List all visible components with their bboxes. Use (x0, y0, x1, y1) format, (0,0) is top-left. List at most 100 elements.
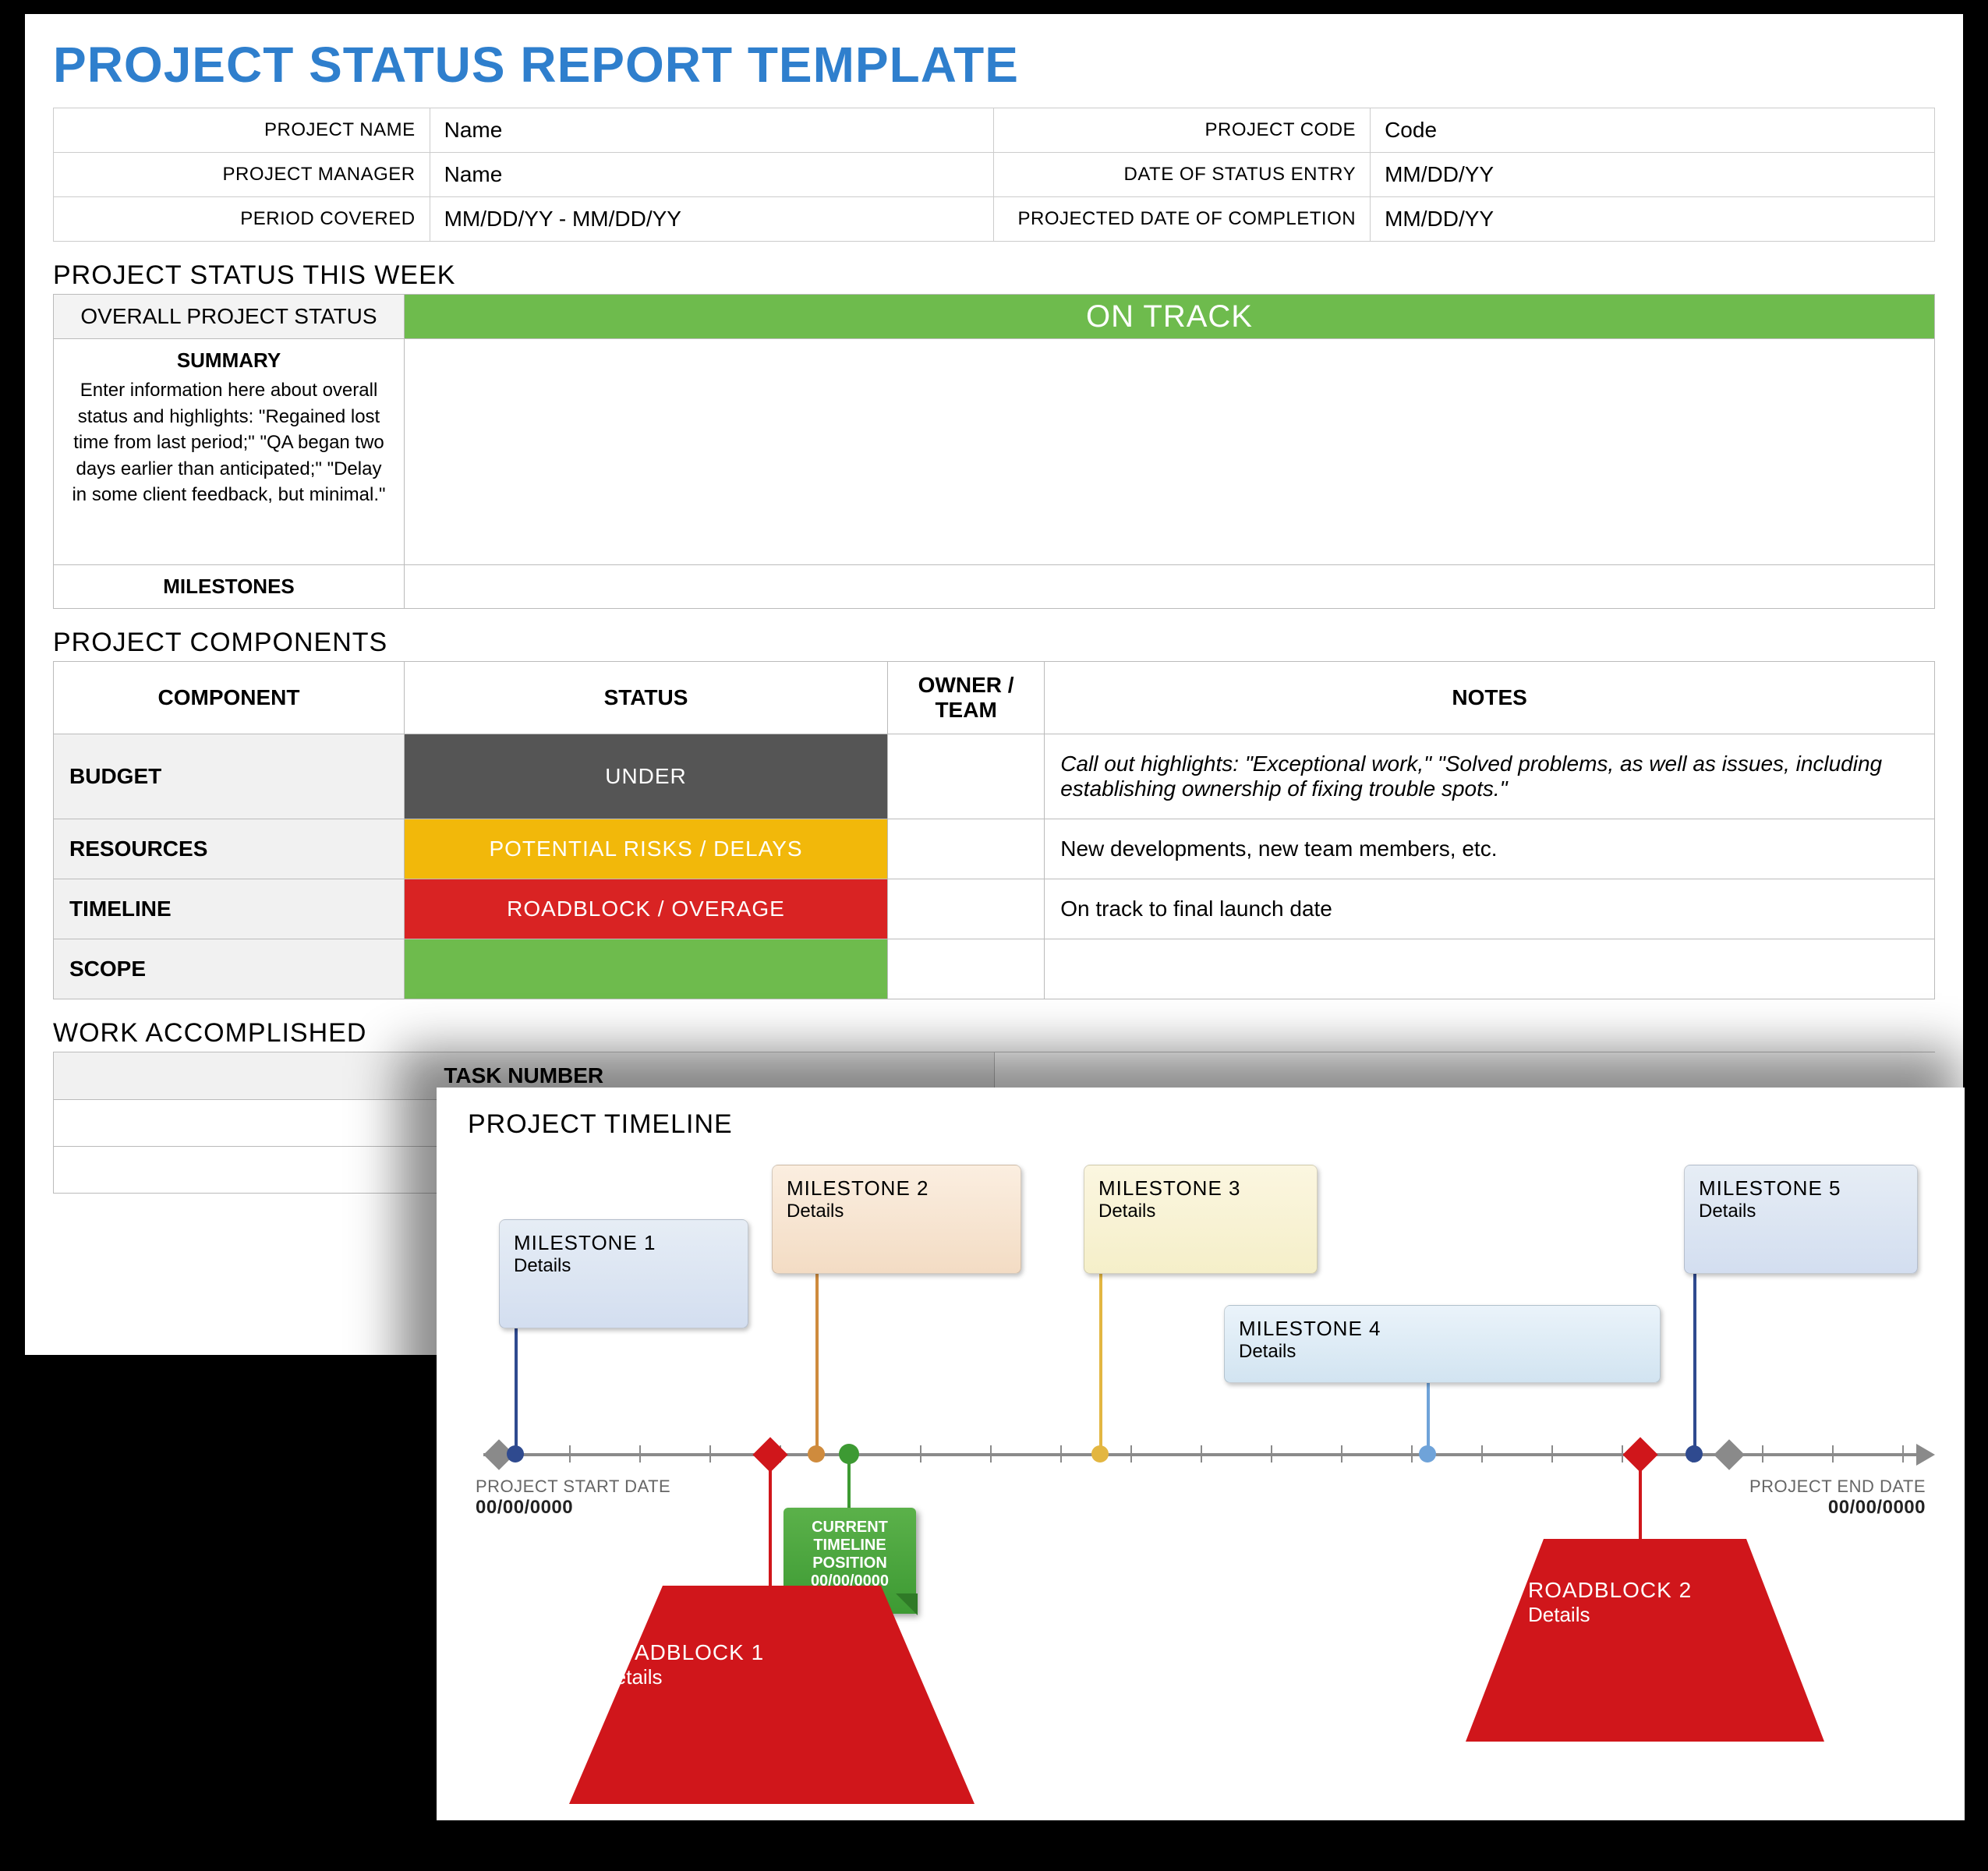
roadblock-1-stem (769, 1455, 772, 1595)
label-completion-date: PROJECTED DATE OF COMPLETION (994, 197, 1371, 242)
row-scope-notes[interactable] (1045, 939, 1935, 999)
label-project-name: PROJECT NAME (54, 108, 430, 153)
section-components: PROJECT COMPONENTS (53, 628, 1935, 658)
row-budget-owner[interactable] (888, 734, 1045, 819)
milestone-3-box: MILESTONE 3 Details (1084, 1165, 1318, 1274)
row-resources-owner[interactable] (888, 819, 1045, 879)
roadblock-1-detail: Details (600, 1665, 662, 1689)
table-row: OVERALL PROJECT STATUS ON TRACK (54, 295, 1935, 339)
project-header-table: PROJECT NAME Name PROJECT CODE Code PROJ… (53, 108, 1935, 242)
overall-status-label: OVERALL PROJECT STATUS (54, 295, 405, 339)
milestone-5-box: MILESTONE 5 Details (1684, 1165, 1918, 1274)
value-completion-date[interactable]: MM/DD/YY (1371, 197, 1935, 242)
table-row: COMPONENT STATUS OWNER / TEAM NOTES (54, 662, 1935, 734)
row-resources-status: POTENTIAL RISKS / DELAYS (405, 819, 888, 879)
row-timeline-notes[interactable]: On track to final launch date (1045, 879, 1935, 939)
label-project-code: PROJECT CODE (994, 108, 1371, 153)
milestone-4-detail: Details (1239, 1341, 1296, 1362)
milestone-5-title: MILESTONE 5 (1699, 1176, 1903, 1201)
current-position-stem (847, 1455, 851, 1509)
row-scope-label: SCOPE (54, 939, 405, 999)
value-period-covered[interactable]: MM/DD/YY - MM/DD/YY (430, 197, 994, 242)
milestone-1-title: MILESTONE 1 (514, 1231, 734, 1255)
roadblock-2-box: ROADBLOCK 2 Details (1466, 1539, 1824, 1742)
section-status-week: PROJECT STATUS THIS WEEK (53, 260, 1935, 291)
table-row: PERIOD COVERED MM/DD/YY - MM/DD/YY PROJE… (54, 197, 1935, 242)
page-title: PROJECT STATUS REPORT TEMPLATE (53, 36, 1935, 94)
row-timeline-status: ROADBLOCK / OVERAGE (405, 879, 888, 939)
milestone-2-detail: Details (787, 1201, 844, 1222)
row-budget-notes[interactable]: Call out highlights: "Exceptional work,"… (1045, 734, 1935, 819)
table-row: SCOPE (54, 939, 1935, 999)
milestone-3-title: MILESTONE 3 (1098, 1176, 1303, 1201)
end-date-value: 00/00/0000 (1749, 1497, 1926, 1519)
roadblock-1-box: ROADBLOCK 1 Details (569, 1586, 975, 1804)
start-date-value: 00/00/0000 (476, 1497, 670, 1519)
status-week-table: OVERALL PROJECT STATUS ON TRACK SUMMARY … (53, 294, 1935, 609)
current-l3: POSITION (812, 1554, 887, 1572)
milestone-1-marker (507, 1445, 524, 1462)
milestone-2-marker (808, 1445, 825, 1462)
milestone-3-detail: Details (1098, 1201, 1155, 1222)
milestone-4-title: MILESTONE 4 (1239, 1317, 1646, 1341)
milestone-2-stem (815, 1274, 819, 1455)
row-scope-owner[interactable] (888, 939, 1045, 999)
current-l2: TIMELINE (813, 1537, 886, 1554)
row-scope-status (405, 939, 888, 999)
milestone-3-marker (1091, 1445, 1109, 1462)
roadblock-1-title: ROADBLOCK 1 (600, 1640, 764, 1665)
overall-status-value: ON TRACK (405, 295, 1935, 339)
table-row: PROJECT NAME Name PROJECT CODE Code (54, 108, 1935, 153)
project-timeline-card: PROJECT TIMELINE (437, 1088, 1965, 1820)
summary-label: SUMMARY (66, 348, 391, 373)
start-date-label: PROJECT START DATE 00/00/0000 (476, 1477, 670, 1519)
milestone-4-stem (1427, 1383, 1430, 1455)
roadblock-2-stem (1639, 1455, 1642, 1548)
components-table: COMPONENT STATUS OWNER / TEAM NOTES BUDG… (53, 661, 1935, 999)
table-row: BUDGET UNDER Call out highlights: "Excep… (54, 734, 1935, 819)
current-l1: CURRENT (812, 1519, 888, 1536)
timeline-area: MILESTONE 1 Details MILESTONE 2 Details … (468, 1149, 1933, 1820)
table-row: SUMMARY Enter information here about ove… (54, 339, 1935, 565)
start-date-title: PROJECT START DATE (476, 1477, 670, 1497)
row-resources-notes[interactable]: New developments, new team members, etc. (1045, 819, 1935, 879)
roadblock-2-title: ROADBLOCK 2 (1528, 1578, 1692, 1603)
table-row: MILESTONES (54, 565, 1935, 609)
end-marker-icon (1714, 1439, 1745, 1470)
milestone-1-stem (515, 1328, 518, 1453)
section-work: WORK ACCOMPLISHED (53, 1018, 1935, 1049)
milestone-2-box: MILESTONE 2 Details (772, 1165, 1021, 1274)
table-row: PROJECT MANAGER Name DATE OF STATUS ENTR… (54, 153, 1935, 197)
row-timeline-owner[interactable] (888, 879, 1045, 939)
milestones-label: MILESTONES (54, 565, 405, 609)
milestone-5-stem (1693, 1274, 1696, 1455)
col-owner: OWNER / TEAM (888, 662, 1045, 734)
value-project-name[interactable]: Name (430, 108, 994, 153)
milestone-2-title: MILESTONE 2 (787, 1176, 1006, 1201)
value-status-entry[interactable]: MM/DD/YY (1371, 153, 1935, 197)
value-project-code[interactable]: Code (1371, 108, 1935, 153)
timeline-title: PROJECT TIMELINE (468, 1109, 1933, 1140)
col-notes: NOTES (1045, 662, 1935, 734)
table-row: TIMELINE ROADBLOCK / OVERAGE On track to… (54, 879, 1935, 939)
summary-cell: SUMMARY Enter information here about ove… (54, 339, 405, 565)
row-budget-label: BUDGET (54, 734, 405, 819)
label-period-covered: PERIOD COVERED (54, 197, 430, 242)
summary-value[interactable] (405, 339, 1935, 565)
milestone-1-detail: Details (514, 1255, 571, 1276)
row-budget-status: UNDER (405, 734, 888, 819)
row-resources-label: RESOURCES (54, 819, 405, 879)
end-date-title: PROJECT END DATE (1749, 1477, 1926, 1497)
table-row: RESOURCES POTENTIAL RISKS / DELAYS New d… (54, 819, 1935, 879)
milestone-4-marker (1419, 1445, 1436, 1462)
summary-body: Enter information here about overall sta… (72, 380, 385, 505)
value-project-manager[interactable]: Name (430, 153, 994, 197)
milestones-value[interactable] (405, 565, 1935, 609)
end-date-label: PROJECT END DATE 00/00/0000 (1749, 1477, 1926, 1519)
milestone-4-box: MILESTONE 4 Details (1224, 1305, 1661, 1383)
roadblock-2-detail: Details (1528, 1603, 1590, 1626)
milestone-3-stem (1099, 1274, 1102, 1455)
arrow-right-icon (1916, 1444, 1935, 1466)
row-timeline-label: TIMELINE (54, 879, 405, 939)
milestone-5-marker (1686, 1445, 1703, 1462)
